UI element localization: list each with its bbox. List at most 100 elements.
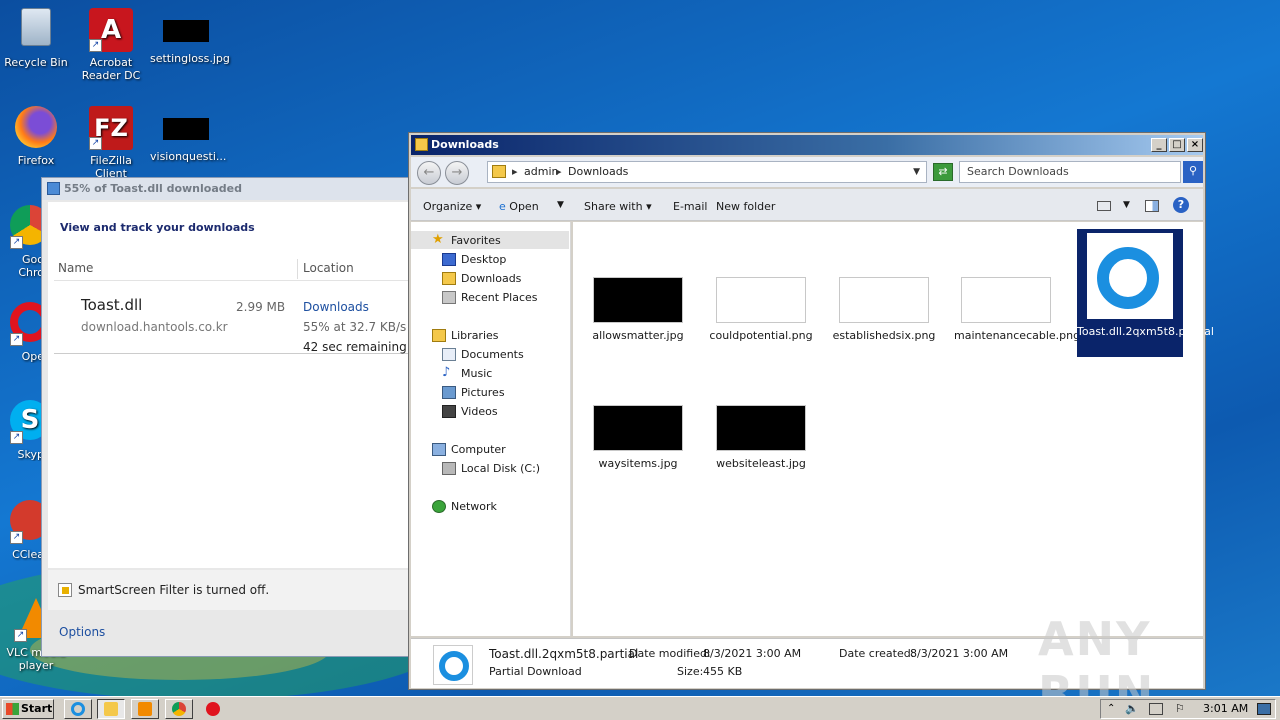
file-name: waysitems.jpg [598,457,678,470]
breadcrumb-arrow-icon[interactable]: ▸ [512,162,518,182]
desktop-icon-label: Ope [21,350,44,363]
nav-favorites[interactable]: ★ Favorites [432,232,501,247]
nav-pictures[interactable]: Pictures [442,386,505,399]
volume-icon[interactable]: 🔈 [1125,700,1139,718]
file-name: websiteleast.jpg [716,457,806,470]
show-desktop-icon[interactable] [1257,703,1271,715]
open-button[interactable]: e Open [499,200,539,213]
taskbar-chrome-button[interactable] [165,699,193,719]
details-created-label: Date created: [839,647,915,660]
taskbar-explorer-button[interactable] [97,699,125,719]
nav-label: Recent Places [461,291,538,304]
media-player-icon [138,702,152,716]
nav-desktop[interactable]: Desktop [442,253,506,266]
details-size-value: 455 KB [703,665,743,678]
nav-libraries[interactable]: Libraries [432,329,499,342]
desktop-icon-label: settingloss.jpg [150,52,230,65]
breadcrumb-admin[interactable]: admin [524,162,558,182]
options-link[interactable]: Options [59,625,105,639]
download-source: download.hantools.co.kr [81,320,228,334]
tray-expand-icon[interactable]: ⌃ [1107,700,1115,718]
file-item[interactable]: allowsmatter.jpg [585,277,691,342]
file-item[interactable]: couldpotential.png [708,277,814,342]
nav-label: Computer [451,443,506,456]
file-item[interactable]: establishedsix.png [831,277,937,342]
nav-recent-places[interactable]: Recent Places [442,291,538,304]
view-dropdown-icon[interactable]: ▼ [1123,200,1130,210]
share-with-button[interactable]: Share with ▾ [584,200,652,213]
pictures-icon [442,386,456,399]
details-filetype: Partial Download [489,665,582,678]
file-name: maintenancecable.png [954,329,1081,342]
desktop-icon-opera[interactable]: ↗ Ope [0,302,44,363]
refresh-icon[interactable]: ⇄ [933,163,953,181]
search-input[interactable]: Search Downloads [959,161,1181,183]
download-column-headers: Name Location [54,257,410,281]
image-file-icon [163,118,209,140]
desktop-icon-ccleaner[interactable]: ↗ CClea [0,500,44,561]
open-dropdown-icon[interactable]: ▼ [557,200,564,210]
organize-button[interactable]: Organize ▾ [423,200,481,213]
nav-local-disk[interactable]: Local Disk (C:) [442,462,540,475]
view-icon[interactable] [1097,201,1111,211]
desktop-icon-chrome[interactable]: ↗ Goo Chro [0,205,44,279]
desktop-icon-acrobat[interactable]: A ↗ Acrobat Reader DC [75,8,147,82]
address-bar[interactable]: ▸ admin ▸ Downloads ▼ [487,161,927,183]
taskbar-opera-button[interactable] [199,699,227,719]
nav-music[interactable]: ♪ Music [442,365,493,380]
clock[interactable]: 3:01 AM [1203,700,1248,718]
breadcrumb-downloads[interactable]: Downloads [568,162,628,182]
help-icon[interactable]: ? [1173,197,1189,213]
desktop-icon-label: Goo Chro [18,253,44,279]
email-button[interactable]: E-mail [673,200,708,213]
nav-label: Pictures [461,386,505,399]
videos-icon [442,405,456,418]
column-name[interactable]: Name [58,261,93,275]
desktop-icon-visionquesti[interactable]: visionquesti... [150,106,226,163]
chevron-down-icon[interactable]: ▼ [913,162,920,182]
desktop-icon-firefox[interactable]: Firefox [0,106,72,167]
breadcrumb-arrow-icon[interactable]: ▸ [556,162,562,182]
search-icon[interactable]: ⚲ [1183,161,1203,183]
star-icon: ★ [432,232,444,247]
nav-network[interactable]: Network [432,500,497,513]
start-button[interactable]: Start [2,699,54,719]
download-location-link[interactable]: Downloads [303,300,369,314]
file-item-selected[interactable]: Toast.dll.2qxm5t8.partial [1077,229,1214,357]
explorer-titlebar[interactable]: Downloads _ □ × [411,135,1203,155]
nav-label: Music [461,367,493,380]
download-heading: View and track your downloads [60,221,255,234]
maximize-button[interactable]: □ [1169,138,1185,152]
nav-documents[interactable]: Documents [442,348,524,361]
details-filename: Toast.dll.2qxm5t8.partial [489,647,639,661]
close-button[interactable]: × [1187,138,1203,152]
desktop-icon-skype[interactable]: S ↗ Skyp [0,400,44,461]
file-item[interactable]: waysitems.jpg [585,405,691,470]
flag-tray-icon[interactable]: ⚐ [1175,700,1185,718]
desktop-icon-recycle-bin[interactable]: Recycle Bin [0,8,72,69]
open-label: Open [509,200,539,213]
desktop-icon-settingloss[interactable]: settingloss.jpg [150,8,230,65]
download-row[interactable]: Toast.dll 2.99 MB download.hantools.co.k… [54,284,410,354]
downloads-folder-icon [442,272,456,285]
nav-videos[interactable]: Videos [442,405,498,418]
nav-downloads[interactable]: Downloads [442,272,521,285]
file-item[interactable]: maintenancecable.png [954,277,1081,342]
system-tray: ⌃ 🔈 ⚐ 3:01 AM [1100,699,1276,719]
file-item[interactable]: websiteleast.jpg [708,405,814,470]
download-window-titlebar[interactable]: 55% of Toast.dll downloaded [42,178,410,200]
column-location[interactable]: Location [303,261,354,275]
nav-computer[interactable]: Computer [432,443,506,456]
column-separator[interactable] [297,259,298,279]
minimize-button[interactable]: _ [1151,138,1167,152]
preview-pane-icon[interactable] [1145,200,1159,212]
desktop-icon-filezilla[interactable]: FZ ↗ FileZilla Client [75,106,147,180]
forward-button[interactable]: → [445,161,469,185]
network-tray-icon[interactable] [1149,703,1163,715]
new-folder-button[interactable]: New folder [716,200,775,213]
taskbar-media-player-button[interactable] [131,699,159,719]
back-button[interactable]: ← [417,161,441,185]
share-label: Share with [584,200,643,213]
address-bar-row: ← → ▸ admin ▸ Downloads ▼ ⇄ Search Downl… [411,157,1203,187]
taskbar-ie-button[interactable] [64,699,92,719]
